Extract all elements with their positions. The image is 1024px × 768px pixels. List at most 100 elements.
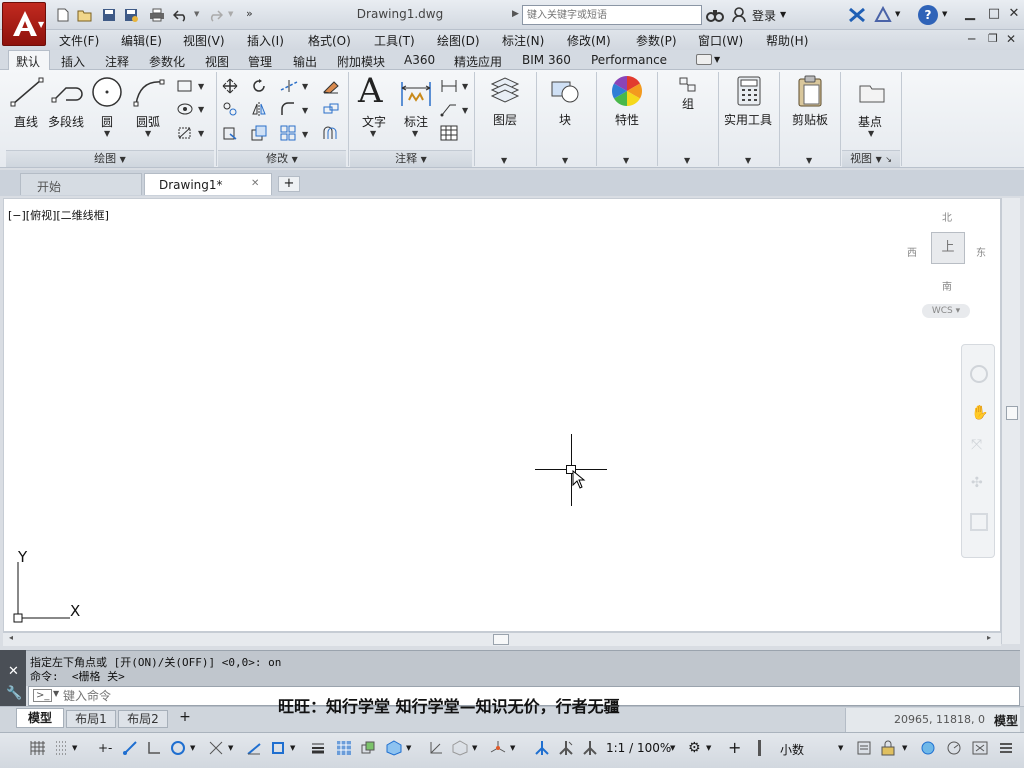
copy-icon[interactable] [222, 101, 238, 117]
layout-tab-model[interactable]: 模型 [16, 708, 64, 728]
add-layout-button[interactable]: + [175, 710, 195, 726]
wcs-menu[interactable]: WCS ▾ [922, 304, 970, 318]
layout-tab-layout1[interactable]: 布局1 [66, 710, 116, 728]
tab-drawing1[interactable]: Drawing1* ✕ [144, 173, 272, 195]
annotation-panel-title[interactable]: 注释 ▼ [350, 150, 472, 167]
layers-panel-dropdown-icon[interactable]: ▼ [501, 156, 507, 165]
base-view-label[interactable]: 基点 [858, 113, 882, 130]
vertical-scrollbar[interactable] [1001, 198, 1020, 644]
rectangle-tool-icon[interactable] [177, 79, 193, 93]
a360-icon[interactable] [874, 6, 892, 24]
gizmo-icon[interactable] [490, 740, 506, 756]
minimize-window-button[interactable]: ▁ [960, 6, 980, 24]
tab-start[interactable]: 开始 [20, 173, 142, 195]
snap-mode-icon[interactable] [54, 740, 70, 756]
offset-icon[interactable] [322, 125, 340, 141]
customize-wrench-icon[interactable]: 🔧 [6, 686, 22, 701]
save-as-icon[interactable] [122, 6, 140, 24]
tab-addins[interactable]: 附加模块 [337, 53, 385, 70]
dynamic-ucs-icon[interactable] [428, 740, 444, 756]
array-icon[interactable] [280, 125, 296, 141]
ribbon-minimize-icon[interactable] [696, 54, 712, 65]
block-label[interactable]: 块 [559, 111, 571, 128]
linear-dim-dropdown-icon[interactable]: ▼ [462, 82, 468, 91]
move-icon[interactable] [222, 78, 238, 94]
coordinate-readout[interactable]: 20965, 11818, 0 [894, 713, 985, 726]
ribbon-minimize-dropdown-icon[interactable]: ▼ [714, 55, 720, 64]
lock-ui-icon[interactable] [880, 740, 896, 756]
horizontal-scroll-thumb[interactable] [493, 634, 509, 645]
group-icon[interactable] [678, 76, 698, 94]
arc-tool-label[interactable]: 圆弧 [136, 113, 160, 130]
grid-display-icon[interactable] [30, 740, 46, 756]
draw-panel-title[interactable]: 绘图 ▼ [6, 150, 214, 167]
annotation-scale-icon[interactable] [582, 740, 598, 756]
new-tab-button[interactable]: + [278, 176, 300, 192]
polyline-tool-icon[interactable] [50, 76, 84, 108]
transparency-icon[interactable] [336, 740, 352, 756]
scroll-right-arrow-icon[interactable]: ▸ [987, 633, 991, 642]
stretch-icon[interactable] [222, 125, 238, 141]
snap-dropdown-icon[interactable]: ▼ [72, 744, 77, 752]
clean-screen-icon[interactable] [972, 740, 988, 756]
customization-menu-icon[interactable] [998, 740, 1014, 756]
trim-dropdown-icon[interactable]: ▼ [302, 82, 308, 91]
tab-view[interactable]: 视图 [205, 53, 229, 70]
open-file-icon[interactable] [76, 6, 94, 24]
block-icon[interactable] [548, 76, 582, 106]
menu-dimension[interactable]: 标注(N) [502, 32, 544, 49]
undo-dropdown-icon[interactable]: ▼ [194, 10, 199, 18]
doc-close-button[interactable]: ✕ [1006, 32, 1016, 46]
view-panel-title[interactable]: 视图 ▼ ↘ [842, 150, 900, 167]
menu-edit[interactable]: 编辑(E) [121, 32, 162, 49]
trim-icon[interactable] [280, 78, 298, 94]
isometric-drafting-icon[interactable] [208, 740, 224, 756]
search-input[interactable] [522, 5, 702, 25]
text-dropdown-icon[interactable]: ▼ [370, 129, 376, 138]
viewport-controls[interactable]: [−][俯视][二维线框] [8, 207, 109, 223]
utilities-label[interactable]: 实用工具 [724, 111, 772, 128]
tab-bim360[interactable]: BIM 360 [522, 53, 571, 67]
hardware-acceleration-icon[interactable] [946, 740, 962, 756]
object-snap-icon[interactable] [270, 740, 286, 756]
polyline-tool-label[interactable]: 多段线 [48, 113, 84, 130]
vertical-scroll-thumb[interactable] [1006, 406, 1018, 420]
menu-window[interactable]: 窗口(W) [698, 32, 743, 49]
workspace-gear-icon[interactable]: ⚙ [688, 740, 704, 756]
print-icon[interactable] [148, 6, 166, 24]
viewcube-east[interactable]: 东 [976, 244, 986, 259]
object-snap-tracking-icon[interactable] [246, 740, 262, 756]
selection-cycling-icon[interactable] [360, 740, 376, 756]
user-icon[interactable] [732, 7, 746, 23]
rotate-icon[interactable] [251, 78, 267, 94]
properties-label[interactable]: 特性 [615, 111, 639, 128]
annotation-visibility-icon[interactable] [534, 740, 550, 756]
redo-icon[interactable] [206, 6, 224, 24]
annotation-scale-value[interactable]: 1:1 / 100% [606, 741, 671, 755]
tab-close-icon[interactable]: ✕ [251, 178, 259, 189]
tab-default[interactable]: 默认 [16, 53, 40, 70]
pan-icon[interactable]: ✋ [971, 405, 988, 421]
viewcube-top-face[interactable]: 上 [931, 232, 965, 264]
menu-draw[interactable]: 绘图(D) [437, 32, 480, 49]
line-tool-icon[interactable] [10, 76, 44, 108]
exchange-apps-icon[interactable] [848, 7, 866, 23]
steering-wheel-icon[interactable] [970, 365, 988, 383]
tab-annotate[interactable]: 注释 [105, 53, 129, 70]
layout-tab-layout2[interactable]: 布局2 [118, 710, 168, 728]
doc-restore-button[interactable]: ❐ [988, 32, 998, 45]
zoom-extents-icon[interactable]: ⤧ [971, 437, 987, 453]
menu-parametric[interactable]: 参数(P) [636, 32, 677, 49]
erase-icon[interactable] [322, 78, 340, 94]
tab-insert[interactable]: 插入 [61, 53, 85, 70]
menu-tools[interactable]: 工具(T) [374, 32, 415, 49]
clipboard-panel-dropdown-icon[interactable]: ▼ [806, 156, 812, 165]
utilities-panel-dropdown-icon[interactable]: ▼ [745, 156, 751, 165]
doc-minimize-button[interactable]: ─ [968, 32, 975, 46]
help-dropdown-icon[interactable]: ▼ [942, 10, 947, 18]
menu-insert[interactable]: 插入(I) [247, 32, 284, 49]
scroll-left-arrow-icon[interactable]: ◂ [9, 633, 13, 642]
model-space-toggle[interactable]: 模型 [994, 712, 1018, 729]
viewcube-north[interactable]: 北 [942, 209, 952, 224]
properties-panel-dropdown-icon[interactable]: ▼ [623, 156, 629, 165]
